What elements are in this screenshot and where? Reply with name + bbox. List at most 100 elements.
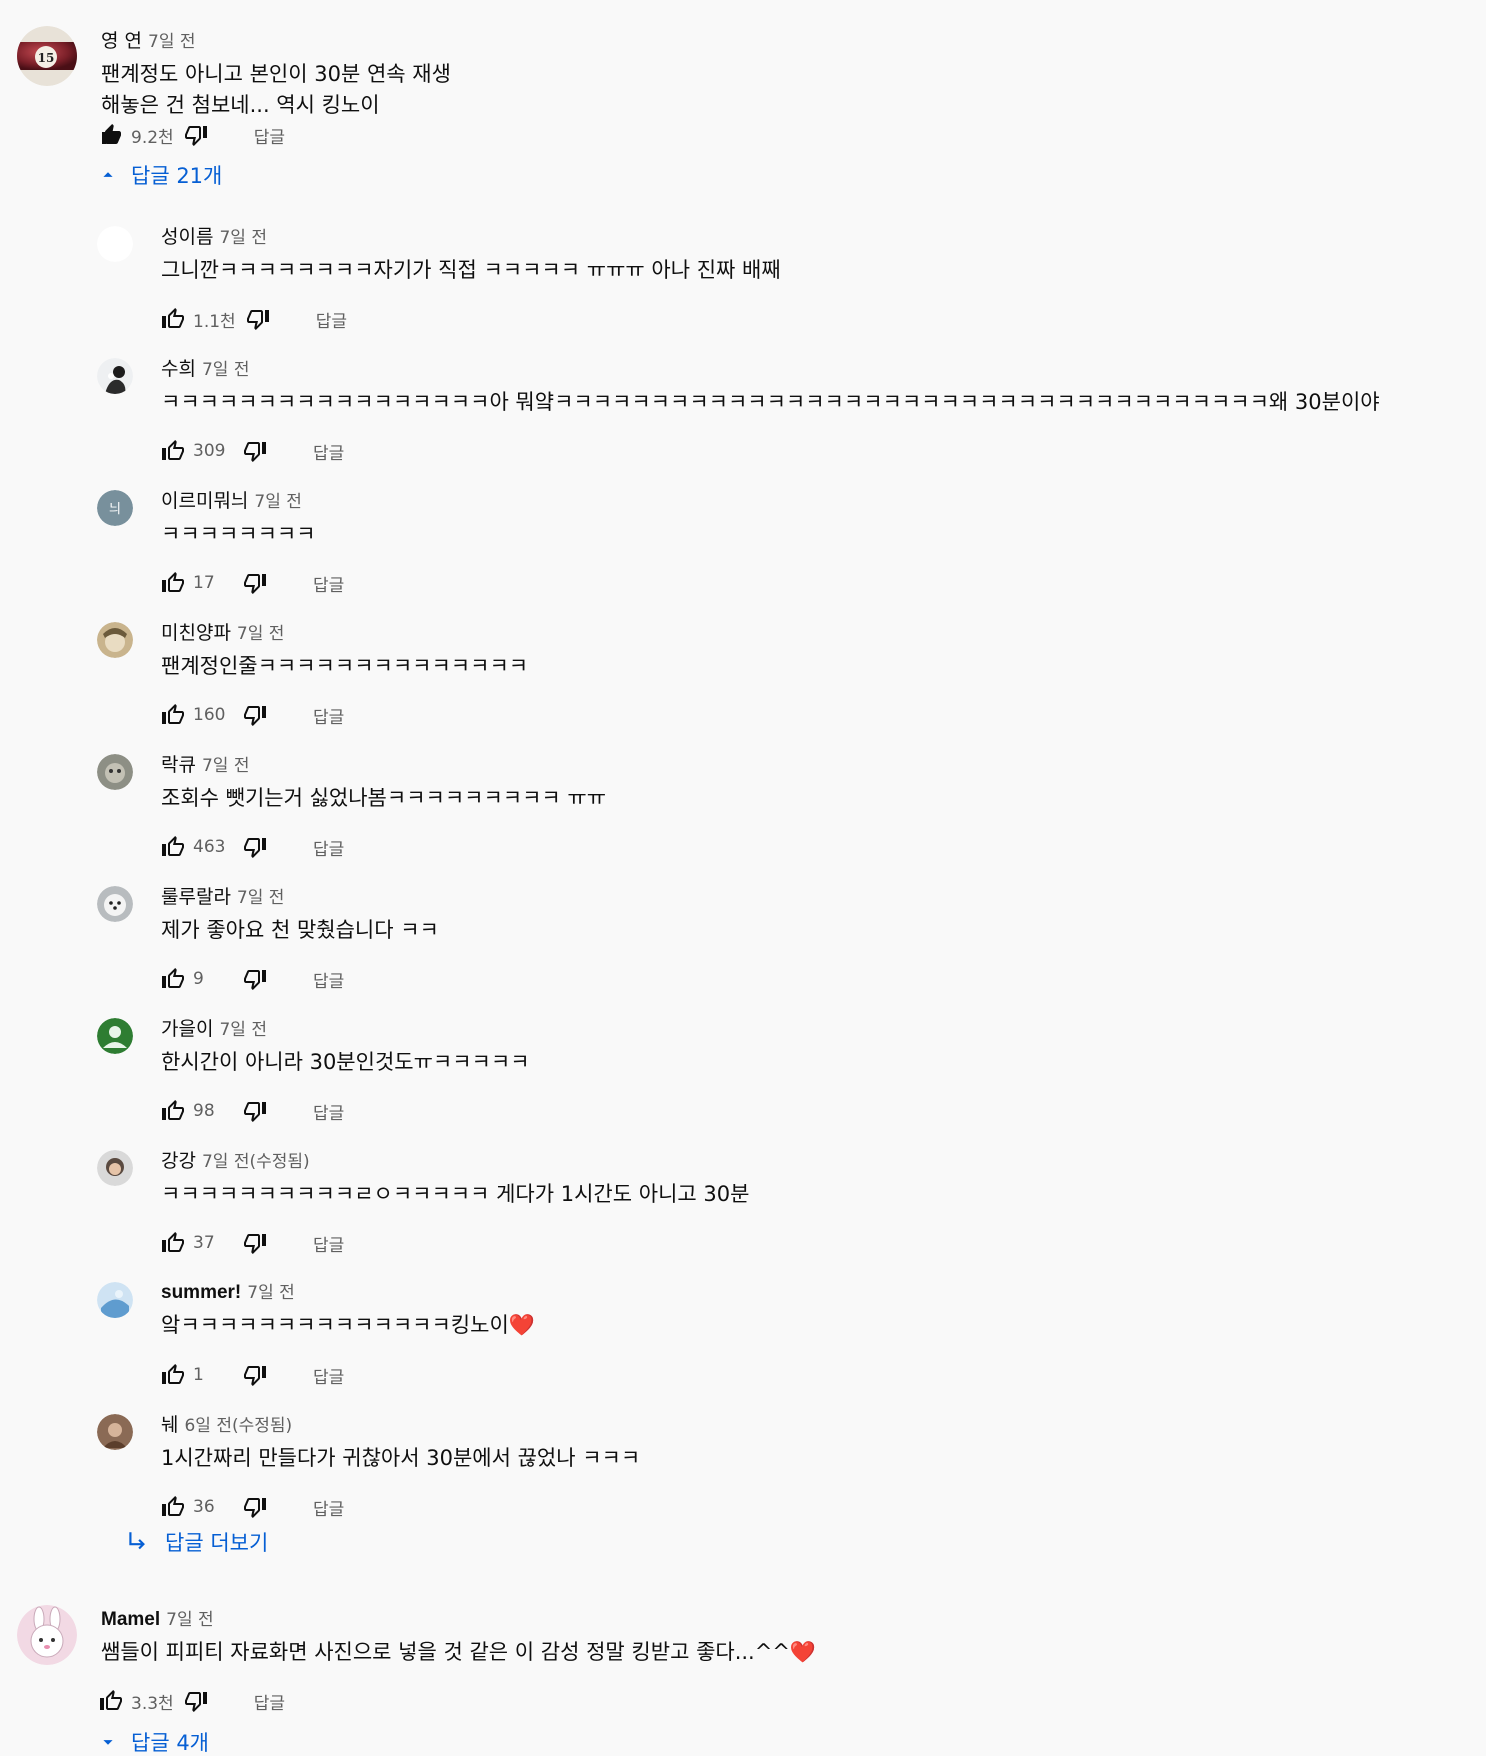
thumbs-up-icon — [162, 968, 184, 988]
avatar[interactable] — [97, 358, 133, 394]
thumbs-up-icon — [162, 704, 184, 724]
reply-button[interactable]: 답글 — [313, 967, 344, 992]
dislike-button[interactable] — [182, 121, 210, 149]
reply-comment: 룰루랄라 7일 전 제가 좋아요 천 맞췄습니다 ㅋㅋ 9 답글 — [97, 882, 1477, 1002]
avatar[interactable] — [97, 886, 133, 922]
comment-timestamp[interactable]: 7일 전(수정됨) — [202, 1147, 310, 1172]
reply-button[interactable]: 답글 — [313, 1363, 344, 1388]
reply-button[interactable]: 답글 — [313, 1099, 344, 1124]
dislike-button[interactable] — [241, 1361, 269, 1389]
comment-author[interactable]: 강강 — [161, 1146, 196, 1173]
like-button[interactable] — [159, 1097, 187, 1125]
avatar[interactable] — [97, 1282, 133, 1318]
like-count: 463 — [193, 837, 226, 857]
comment-author[interactable]: 눼 — [161, 1410, 178, 1437]
like-button[interactable] — [159, 701, 187, 729]
comment-timestamp[interactable]: 7일 전 — [202, 355, 250, 380]
comment: 15 영 연 7일 전 팬계정도 아니고 본인이 30분 연속 재생 해놓은 건 … — [17, 26, 1477, 126]
comment-actions: 3.3천 답글 — [97, 1687, 285, 1715]
avatar[interactable]: 늬 — [97, 490, 133, 526]
comment-timestamp[interactable]: 7일 전 — [254, 487, 302, 512]
caret-down-icon — [103, 1740, 113, 1745]
reply-button[interactable]: 답글 — [254, 1689, 285, 1714]
comment-text: ㅋㅋㅋㅋㅋㅋㅋㅋ — [161, 522, 316, 546]
dislike-button[interactable] — [241, 437, 269, 465]
like-button[interactable] — [159, 1361, 187, 1389]
show-replies-button[interactable]: 답글 4개 — [97, 1727, 209, 1756]
billiard-ball-icon: 15 — [17, 26, 77, 86]
comment-timestamp[interactable]: 7일 전 — [247, 1278, 295, 1303]
comment-timestamp[interactable]: 7일 전 — [202, 751, 250, 776]
comment-author[interactable]: Mamel — [101, 1609, 160, 1631]
like-button[interactable] — [159, 1493, 187, 1521]
reply-button[interactable]: 답글 — [313, 1495, 344, 1520]
caret-up-icon — [103, 172, 113, 177]
dislike-button[interactable] — [241, 701, 269, 729]
reply-button[interactable]: 답글 — [313, 835, 344, 860]
reply-button[interactable]: 답글 — [313, 571, 344, 596]
comment-author[interactable]: 미친양파 — [161, 618, 231, 645]
avatar[interactable] — [17, 1605, 77, 1665]
dislike-button[interactable] — [241, 833, 269, 861]
avatar[interactable]: 15 — [17, 26, 77, 86]
comment-author[interactable]: 수희 — [161, 354, 196, 381]
reply-button[interactable]: 답글 — [313, 439, 344, 464]
avatar[interactable] — [97, 622, 133, 658]
comment-timestamp[interactable]: 7일 전 — [166, 1605, 214, 1630]
comment-text: ㅋㅋㅋㅋㅋㅋㅋㅋㅋㅋㅋㅋㅋㅋㅋㅋㅋ아 뭐얔ㅋㅋㅋㅋㅋㅋㅋㅋㅋㅋㅋㅋㅋㅋㅋㅋㅋㅋㅋ… — [161, 390, 1380, 414]
comment-thread: 15 영 연 7일 전 팬계정도 아니고 본인이 30분 연속 재생 해놓은 건 … — [17, 26, 1477, 188]
avatar[interactable] — [97, 754, 133, 790]
like-count: 9 — [193, 969, 204, 989]
comment-text: 앜ㅋㅋㅋㅋㅋㅋㅋㅋㅋㅋㅋㅋㅋㅋ킹노이❤️ — [161, 1313, 535, 1337]
like-button[interactable] — [159, 1229, 187, 1257]
thumbs-up-icon — [162, 1364, 184, 1384]
comment-author[interactable]: 영 연 — [101, 26, 142, 53]
reply-button[interactable]: 답글 — [313, 703, 344, 728]
dislike-button[interactable] — [241, 1229, 269, 1257]
hide-replies-button[interactable]: 답글 21개 — [97, 160, 222, 190]
show-more-replies-button[interactable]: 답글 더보기 — [125, 1527, 268, 1557]
like-button[interactable] — [97, 121, 125, 149]
comment-timestamp[interactable]: 7일 전 — [237, 619, 285, 644]
thumbs-down-icon — [184, 126, 207, 146]
comment-timestamp[interactable]: 7일 전 — [219, 1015, 267, 1040]
comment-author[interactable]: 이르미뭐늬 — [161, 486, 248, 513]
dislike-button[interactable] — [244, 305, 272, 333]
thumbs-up-icon — [162, 308, 184, 328]
like-button[interactable] — [159, 833, 187, 861]
comment-text: 팬계정도 아니고 본인이 30분 연속 재생 해놓은 건 첨보네... 역시 킹노… — [101, 62, 451, 117]
dislike-button[interactable] — [241, 569, 269, 597]
dislike-button[interactable] — [241, 1097, 269, 1125]
comment-author[interactable]: 락큐 — [161, 750, 196, 777]
thumbs-up-icon — [162, 836, 184, 856]
reply-button[interactable]: 답글 — [316, 307, 347, 332]
thumbs-up-icon — [162, 1496, 184, 1516]
like-button[interactable] — [159, 965, 187, 993]
comment-timestamp[interactable]: 7일 전 — [237, 883, 285, 908]
svg-text:늬: 늬 — [109, 502, 121, 517]
like-button[interactable] — [159, 569, 187, 597]
dislike-button[interactable] — [241, 1493, 269, 1521]
like-button[interactable] — [159, 437, 187, 465]
avatar[interactable] — [97, 1150, 133, 1186]
thumbs-down-icon — [244, 1366, 266, 1386]
arrow-return-right-icon — [129, 1532, 145, 1550]
replies-toggle-label: 답글 4개 — [131, 1731, 209, 1755]
dislike-button[interactable] — [182, 1687, 210, 1715]
comment-author[interactable]: 가을이 — [161, 1014, 213, 1041]
reply-button[interactable]: 답글 — [254, 123, 285, 148]
reply-button[interactable]: 답글 — [313, 1231, 344, 1256]
comment-author[interactable]: summer! — [161, 1282, 241, 1304]
avatar[interactable] — [97, 1018, 133, 1054]
like-button[interactable] — [97, 1687, 125, 1715]
comment-timestamp[interactable]: 7일 전 — [219, 223, 267, 248]
avatar[interactable] — [97, 226, 133, 262]
comment-author[interactable]: 룰루랄라 — [161, 882, 231, 909]
like-button[interactable] — [159, 305, 187, 333]
avatar[interactable] — [97, 1414, 133, 1450]
comment-timestamp[interactable]: 7일 전 — [148, 27, 196, 52]
comment-author[interactable]: 성이름 — [161, 222, 213, 249]
comment-text: 한시간이 아니라 30분인것도ㅠㅋㅋㅋㅋㅋ — [161, 1050, 530, 1074]
dislike-button[interactable] — [241, 965, 269, 993]
comment-timestamp[interactable]: 6일 전(수정됨) — [184, 1411, 292, 1436]
